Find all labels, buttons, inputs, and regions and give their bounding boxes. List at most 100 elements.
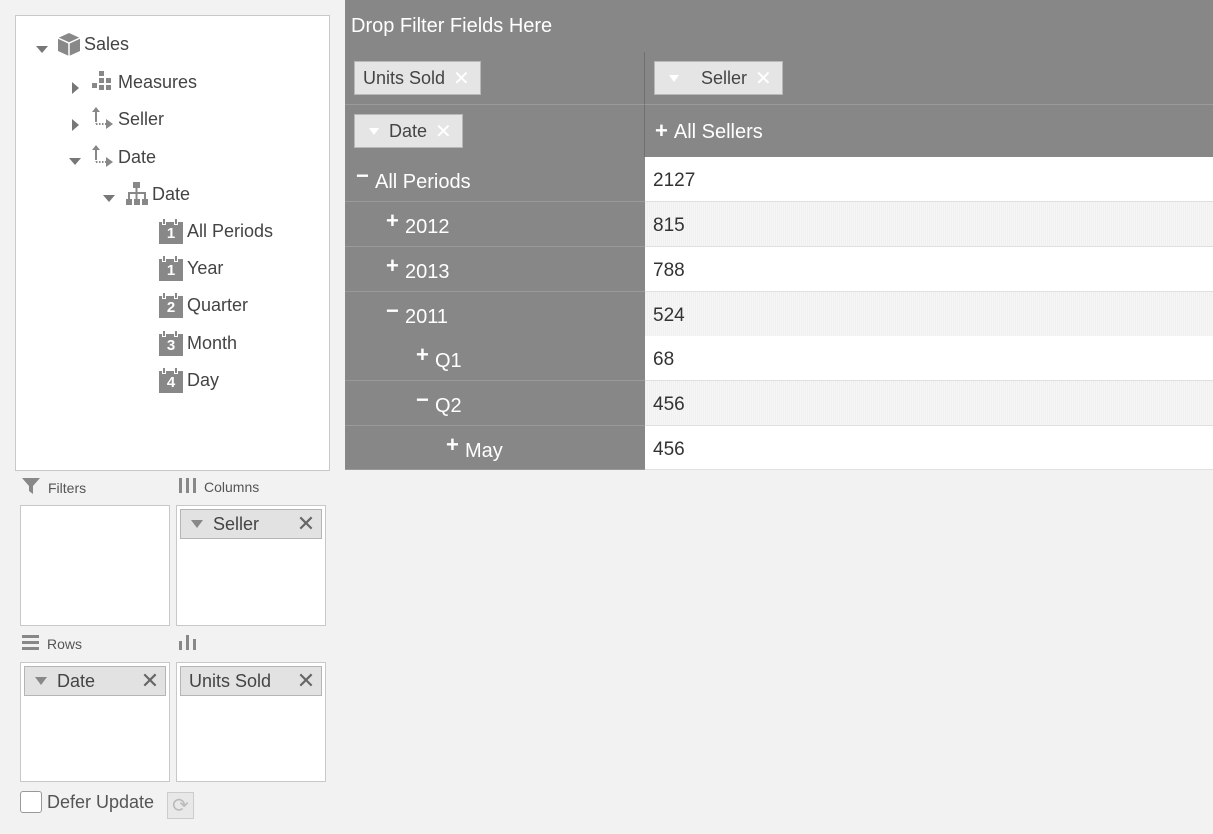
- expand-icon[interactable]: +: [655, 118, 668, 143]
- row-header-q2[interactable]: − Q2: [345, 381, 645, 426]
- tree-label: Measures: [118, 71, 198, 92]
- refresh-button[interactable]: ⟳: [167, 792, 194, 819]
- remove-field-icon[interactable]: ✕: [435, 119, 452, 144]
- chip-label: Seller: [213, 513, 260, 534]
- row-header-q1[interactable]: + Q1: [345, 336, 645, 381]
- column-member-all-sellers[interactable]: + All Sellers: [655, 118, 763, 144]
- rows-area-title: Rows: [22, 635, 82, 653]
- remove-field-icon[interactable]: ✕: [135, 668, 165, 694]
- expand-toggle-seller[interactable]: [72, 119, 79, 131]
- value-cell[interactable]: 456: [645, 381, 1213, 426]
- row-header-may[interactable]: + May: [345, 426, 645, 470]
- filter-dropdown-icon[interactable]: [35, 677, 47, 685]
- rows-drop-area[interactable]: Date ✕: [20, 662, 170, 782]
- measure-chip-units-sold[interactable]: Units Sold ✕: [354, 61, 481, 95]
- row-label: Q1: [435, 350, 462, 372]
- values-field-chip[interactable]: Units Sold ✕: [180, 666, 322, 696]
- filter-dropdown-icon[interactable]: [369, 127, 379, 135]
- values-drop-area[interactable]: Units Sold ✕: [176, 662, 326, 782]
- rows-icon: [22, 635, 39, 653]
- dimension-icon: [90, 144, 116, 170]
- tree-node-sales[interactable]: Sales: [56, 32, 129, 56]
- collapse-icon[interactable]: −: [416, 387, 429, 413]
- defer-update-label: Defer Update: [47, 791, 155, 812]
- dimension-icon: [90, 106, 116, 132]
- field-list-tree: Sales Measures Seller Date Date 1 All Pe…: [15, 15, 330, 471]
- tree-node-day[interactable]: 4 Day: [159, 367, 220, 393]
- expand-icon[interactable]: +: [446, 432, 459, 458]
- filters-label: Filters: [48, 479, 87, 496]
- collapse-icon[interactable]: −: [386, 298, 399, 324]
- row-label: 2011: [405, 306, 449, 328]
- tree-label: Day: [187, 369, 220, 390]
- filters-drop-area[interactable]: [20, 505, 170, 626]
- columns-icon: [179, 478, 196, 496]
- filter-drop-zone[interactable]: Drop Filter Fields Here: [345, 0, 1213, 52]
- remove-field-icon[interactable]: ✕: [453, 66, 470, 91]
- columns-area-title: Columns: [179, 478, 259, 496]
- defer-update-checkbox[interactable]: [20, 791, 42, 813]
- tree-node-seller[interactable]: Seller: [90, 107, 164, 131]
- row-label: Q2: [435, 395, 462, 417]
- calendar-level-icon: 3: [159, 330, 183, 356]
- value-cell[interactable]: 788: [645, 247, 1213, 292]
- rows-label: Rows: [47, 636, 83, 652]
- row-chip-date[interactable]: Date ✕: [354, 114, 463, 148]
- column-member-label: All Sellers: [673, 121, 763, 143]
- value-cell[interactable]: 815: [645, 202, 1213, 247]
- row-header-2013[interactable]: + 2013: [345, 247, 645, 292]
- row-label: 2013: [405, 261, 450, 283]
- expand-icon[interactable]: +: [386, 208, 399, 234]
- defer-update[interactable]: Defer Update: [20, 791, 154, 813]
- filter-dropdown-icon[interactable]: [669, 74, 679, 82]
- value-cell[interactable]: 68: [645, 336, 1213, 381]
- tree-node-date-dimension[interactable]: Date: [90, 145, 156, 169]
- remove-field-icon[interactable]: ✕: [291, 511, 321, 537]
- row-label: May: [465, 440, 503, 462]
- tree-label: Year: [187, 257, 224, 278]
- value-cell[interactable]: 524: [645, 292, 1213, 337]
- calendar-level-icon: 2: [159, 292, 183, 318]
- expand-icon[interactable]: +: [416, 342, 429, 368]
- chip-label: Units Sold: [189, 670, 272, 691]
- tree-node-all-periods[interactable]: 1 All Periods: [159, 218, 274, 244]
- calendar-level-icon: 4: [159, 367, 183, 393]
- tree-label: Quarter: [187, 294, 249, 315]
- tree-node-month[interactable]: 3 Month: [159, 330, 238, 356]
- filters-area-title: Filters: [22, 478, 86, 497]
- expand-toggle-date-dimension[interactable]: [69, 158, 81, 165]
- tree-label: Seller: [118, 108, 165, 129]
- rows-field-chip[interactable]: Date ✕: [24, 666, 166, 696]
- tree-label: Month: [187, 332, 238, 353]
- filter-dropdown-icon[interactable]: [191, 520, 203, 528]
- chip-label: Date: [57, 670, 96, 691]
- collapse-icon[interactable]: −: [356, 163, 369, 189]
- tree-node-year[interactable]: 1 Year: [159, 255, 224, 281]
- value-cell[interactable]: 2127: [645, 157, 1213, 202]
- remove-field-icon[interactable]: ✕: [755, 66, 772, 91]
- tree-label: Sales: [84, 33, 130, 54]
- row-header-2012[interactable]: + 2012: [345, 202, 645, 247]
- row-header-all-periods[interactable]: − All Periods: [345, 157, 645, 202]
- tree-node-measures[interactable]: Measures: [90, 70, 197, 94]
- values-area-title: [179, 635, 204, 653]
- columns-field-chip[interactable]: Seller ✕: [180, 509, 322, 539]
- expand-toggle-measures[interactable]: [72, 82, 79, 94]
- value-cell[interactable]: 456: [645, 426, 1213, 470]
- tree-node-date-hierarchy[interactable]: Date: [124, 182, 190, 206]
- expand-toggle-sales[interactable]: [36, 46, 48, 53]
- columns-label: Columns: [204, 479, 260, 495]
- tree-label: Date: [152, 183, 191, 204]
- remove-field-icon[interactable]: ✕: [291, 668, 321, 694]
- column-chip-seller[interactable]: Seller ✕: [654, 61, 783, 95]
- chip-label: Units Sold: [363, 67, 446, 88]
- tree-label: All Periods: [187, 220, 274, 241]
- refresh-icon: ⟳: [172, 795, 189, 817]
- columns-drop-area[interactable]: Seller ✕: [176, 505, 326, 626]
- row-header-2011[interactable]: − 2011: [345, 292, 645, 337]
- measures-icon: [90, 69, 116, 95]
- row-label: All Periods: [375, 171, 471, 193]
- tree-node-quarter[interactable]: 2 Quarter: [159, 292, 249, 318]
- expand-toggle-date-hierarchy[interactable]: [103, 195, 115, 202]
- expand-icon[interactable]: +: [386, 253, 399, 279]
